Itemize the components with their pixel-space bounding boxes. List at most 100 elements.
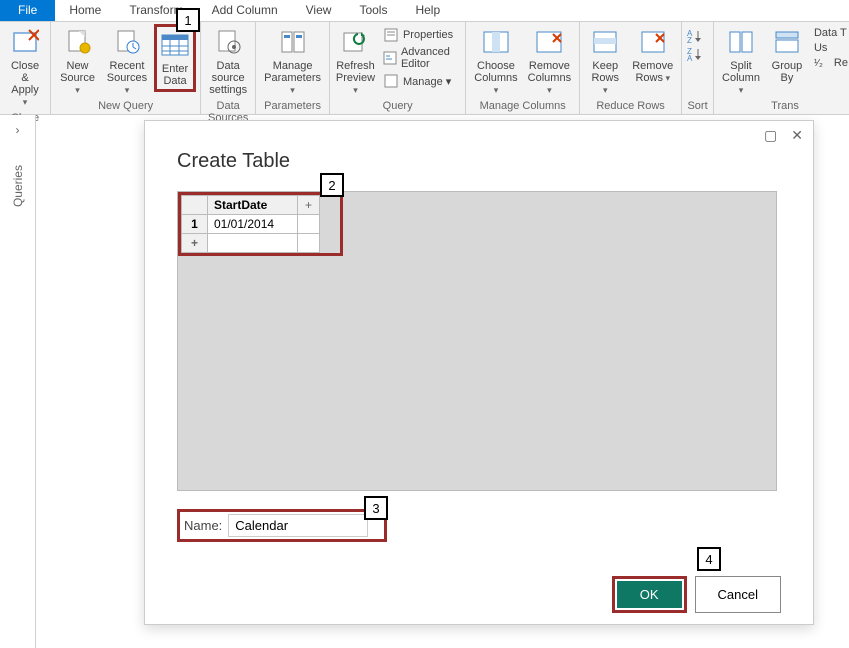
grid-header[interactable]: StartDate [208,196,298,215]
recent-sources-button[interactable]: Recent Sources [102,24,152,98]
grid-cell-empty[interactable] [208,234,298,253]
dialog-title: Create Table [177,150,781,173]
grid-cell[interactable]: 01/01/2014 [208,215,298,234]
remove-columns-button[interactable]: Remove Columns [524,24,575,98]
tab-add-column[interactable]: Add Column [198,0,292,21]
tab-tools[interactable]: Tools [345,0,401,21]
properties-icon [383,27,399,43]
datatype-button[interactable]: Data T [810,26,849,40]
new-source-label: New Source [59,60,96,96]
manage-query-button[interactable]: Manage ▾ [379,72,461,90]
new-source-icon [62,26,94,58]
data-grid[interactable]: StartDate + 1 01/01/2014 + [177,191,777,491]
ribbon-group-managecols: Choose Columns Remove Columns Manage Col… [466,22,580,114]
expand-queries-chevron[interactable]: › [0,115,35,145]
sort-desc-icon[interactable]: ZA [686,46,702,62]
callout-1: 1 [176,8,200,32]
close-apply-button[interactable]: Close & Apply [4,24,46,110]
split-column-icon [725,26,757,58]
remove-rows-label: Remove Rows [632,60,673,84]
datasource-settings-icon [212,26,244,58]
refresh-preview-label: Refresh Preview [336,60,375,96]
enter-data-button[interactable]: Enter Data [154,24,196,92]
choose-columns-icon [480,26,512,58]
tab-help[interactable]: Help [401,0,454,21]
ribbon-group-query: Refresh Preview Properties Advanced Edit… [330,22,466,114]
group-label-newquery: New Query [55,98,196,114]
ribbon-group-sort: AZ ZA Sort [682,22,714,114]
group-label-sort: Sort [686,98,709,114]
name-label: Name: [184,518,222,533]
manage-parameters-icon [277,26,309,58]
ribbon-group-datasources: Data source settings Data Sources [201,22,256,114]
properties-label: Properties [403,29,453,41]
recent-sources-label: Recent Sources [106,60,148,96]
group-label-reducerows: Reduce Rows [584,98,677,114]
datasource-settings-label: Data source settings [209,60,247,96]
tab-home[interactable]: Home [55,0,115,21]
split-column-button[interactable]: Split Column [718,24,764,98]
ribbon-group-close: Close & Apply Close [0,22,51,114]
ribbon-group-parameters: Manage Parameters Parameters [256,22,330,114]
replace-values-button[interactable]: ¹⁄₂ Re [810,56,849,70]
grid-row-index: 1 [182,215,208,234]
ok-button[interactable]: OK [617,581,682,608]
manage-query-icon [383,73,399,89]
table-name-input[interactable] [228,514,368,537]
manage-parameters-label: Manage Parameters [264,60,321,96]
close-apply-icon [9,26,41,58]
maximize-icon[interactable]: ▢ [764,127,777,144]
manage-query-label: Manage ▾ [403,75,451,88]
tab-file[interactable]: File [0,0,55,21]
grid-cell-empty[interactable] [298,234,320,253]
ribbon-group-newquery: New Source Recent Sources Enter Data New… [51,22,201,114]
recent-sources-icon [111,26,143,58]
name-row: Name: [177,509,387,542]
svg-text:Z: Z [687,36,692,44]
callout-4: 4 [697,547,721,571]
enter-data-label: Enter Data [162,63,188,87]
close-apply-label: Close & Apply [8,60,42,108]
tab-view[interactable]: View [292,0,346,21]
use-first-row-button[interactable]: Us [810,41,849,55]
properties-button[interactable]: Properties [379,26,461,44]
grid-corner [182,196,208,215]
add-column-button[interactable]: + [298,196,320,215]
remove-columns-icon [533,26,565,58]
sort-asc-icon[interactable]: AZ [686,28,702,44]
advanced-editor-icon [383,50,397,66]
enter-data-icon [159,29,191,61]
refresh-icon [339,26,371,58]
new-source-button[interactable]: New Source [55,24,100,98]
cancel-button[interactable]: Cancel [695,576,781,613]
keep-rows-button[interactable]: Keep Rows [584,24,626,98]
ribbon-group-transform: Split Column Group By Data T Us ¹⁄₂ Re T… [714,22,849,114]
datasource-settings-button[interactable]: Data source settings [205,24,251,98]
tab-bar: File Home Transform Add Column View Tool… [0,0,849,22]
split-column-label: Split Column [722,60,760,96]
group-label-transform: Trans [718,98,849,114]
refresh-preview-button[interactable]: Refresh Preview [334,24,377,98]
add-row-button[interactable]: + [182,234,208,253]
group-by-icon [771,26,803,58]
grid-cell-empty[interactable] [298,215,320,234]
callout-2: 2 [320,173,344,197]
ribbon: Close & Apply Close New Source Recent So… [0,22,849,115]
manage-parameters-button[interactable]: Manage Parameters [260,24,325,98]
advanced-editor-label: Advanced Editor [401,46,457,70]
choose-columns-button[interactable]: Choose Columns [470,24,521,98]
advanced-editor-button[interactable]: Advanced Editor [379,45,461,71]
close-icon[interactable]: ✕ [791,127,803,144]
remove-rows-button[interactable]: Remove Rows [628,24,677,86]
group-label-parameters: Parameters [260,98,325,114]
group-by-button[interactable]: Group By [766,24,808,86]
queries-panel: › Queries [0,115,36,648]
remove-rows-icon [637,26,669,58]
group-by-label: Group By [772,60,803,84]
queries-panel-label: Queries [11,165,25,207]
choose-columns-label: Choose Columns [474,60,517,96]
group-label-query: Query [334,98,461,114]
keep-rows-label: Keep Rows [588,60,622,96]
callout-3: 3 [364,496,388,520]
remove-columns-label: Remove Columns [528,60,571,96]
